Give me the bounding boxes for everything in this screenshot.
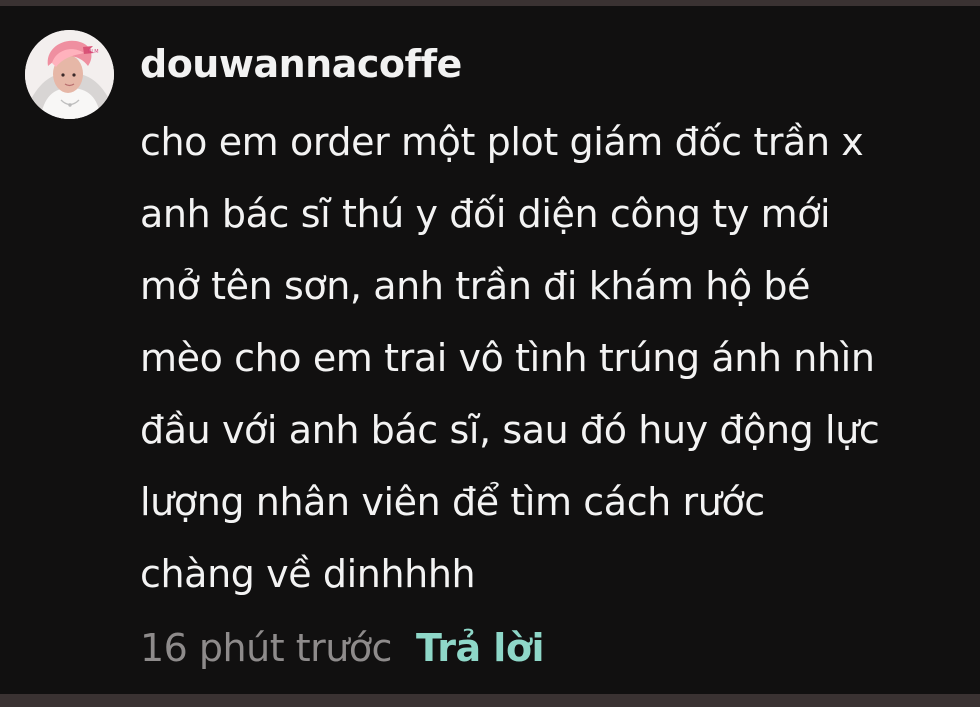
comment-text-line: cho em order một plot giám đốc trần x: [140, 120, 864, 164]
user-avatar-icon: BLM: [25, 30, 114, 119]
comment-text-line: anh bác sĩ thú y đối diện công ty mới: [140, 192, 831, 236]
reply-button[interactable]: Trả lời: [416, 626, 545, 670]
comment-actions: 16 phút trước Trả lời: [140, 618, 544, 678]
comment-text-line: đầu với anh bác sĩ, sau đó huy động lực: [140, 408, 880, 452]
comment-card: BLM douwannacoffe cho em order một plot …: [0, 6, 980, 694]
avatar[interactable]: BLM: [25, 30, 114, 119]
username[interactable]: douwannacoffe: [140, 42, 462, 86]
comment-text-line: chàng về dinhhhh: [140, 552, 476, 596]
comment-text-line: lượng nhân viên để tìm cách rước: [140, 480, 765, 524]
comment-text-line: mở tên sơn, anh trần đi khám hộ bé: [140, 264, 811, 308]
comment-text-line: mèo cho em trai vô tình trúng ánh nhìn: [140, 336, 875, 380]
comment-body: cho em order một plot giám đốc trần x an…: [140, 106, 950, 610]
comment-timestamp: 16 phút trước: [140, 626, 392, 670]
svg-text:BLM: BLM: [88, 49, 99, 55]
